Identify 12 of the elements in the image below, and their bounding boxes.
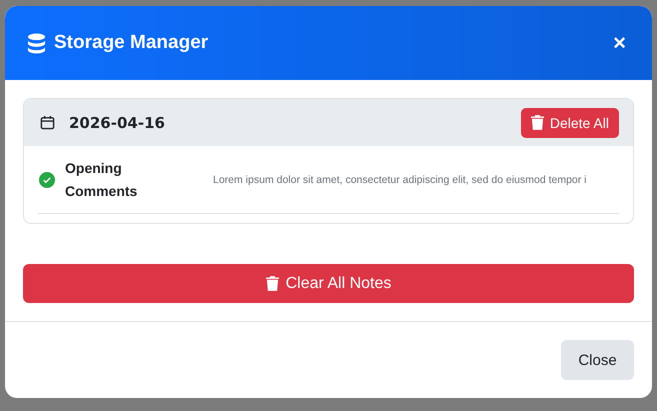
trash-icon [530, 115, 544, 130]
note-text: Lorem ipsum dolor sit amet, consectetur adipiscing elit, sed do eiusmod tempor i [213, 174, 587, 186]
clear-all-notes-button[interactable]: Clear All Notes [23, 264, 634, 303]
date-label: 2026-04-16 [69, 114, 166, 132]
trash-icon [266, 276, 279, 291]
database-icon [27, 32, 46, 54]
close-button[interactable]: Close [561, 340, 634, 380]
note-title: Opening Comments [65, 159, 138, 200]
calendar-icon [40, 115, 55, 130]
modal-title: Storage Manager [54, 32, 210, 54]
delete-all-button[interactable]: Delete All [520, 108, 619, 138]
close-button[interactable]: × [609, 30, 630, 56]
